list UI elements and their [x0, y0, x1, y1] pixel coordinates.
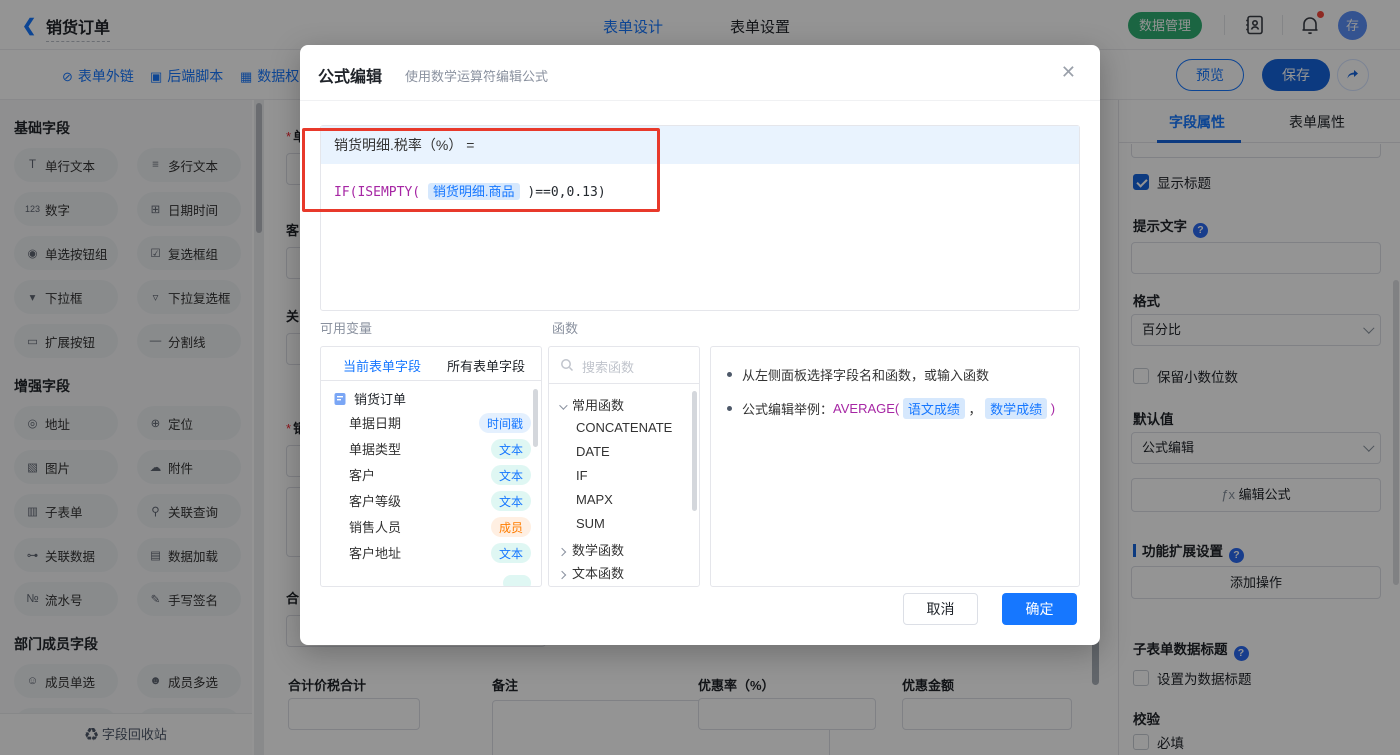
chevron-down-icon — [559, 401, 567, 409]
functions-panel: 搜索函数 常用函数 CONCATENATE DATE IF MAPX SUM 数… — [548, 346, 700, 587]
form-doc-icon — [333, 392, 347, 406]
function-item[interactable]: SUM — [576, 516, 605, 531]
field-type-badge: 文本 — [491, 543, 531, 563]
variables-tree-root[interactable]: 销货订单 — [333, 389, 406, 408]
field-type-badge: 成员 — [491, 517, 531, 537]
function-item[interactable]: CONCATENATE — [576, 420, 672, 435]
field-type-badge: 文本 — [491, 491, 531, 511]
example-field-token: 数学成绩 — [985, 398, 1047, 419]
tab-all-form-fields[interactable]: 所有表单字段 — [447, 356, 525, 375]
example-field-token: 语文成绩 — [903, 398, 965, 419]
function-item[interactable]: DATE — [576, 444, 610, 459]
formula-code-line[interactable]: IF(ISEMPTY( 销货明细.商品 )==0,0.13) — [334, 181, 606, 200]
functions-scrollbar-thumb[interactable] — [692, 391, 697, 511]
help-line-1: 从左侧面板选择字段名和函数，或输入函数 — [727, 365, 1063, 384]
variable-row[interactable]: 单据日期时间戳 — [349, 413, 531, 435]
chevron-right-icon — [558, 571, 566, 579]
available-variables-label: 可用变量 — [320, 318, 372, 337]
modal-header: 公式编辑 使用数学运算符编辑公式 ✕ — [300, 45, 1100, 101]
function-item[interactable]: MAPX — [576, 492, 613, 507]
cancel-button[interactable]: 取消 — [903, 593, 978, 625]
search-icon — [560, 358, 574, 372]
help-panel: 从左侧面板选择字段名和函数，或输入函数 公式编辑举例：AVERAGE( 语文成绩… — [710, 346, 1080, 587]
modal-subtitle: 使用数学运算符编辑公式 — [405, 66, 548, 85]
field-type-badge — [503, 575, 531, 587]
formula-target-line: 销货明细.税率（%） = — [321, 126, 1079, 164]
formula-editor[interactable]: 销货明细.税率（%） = IF(ISEMPTY( 销货明细.商品 )==0,0.… — [320, 125, 1080, 311]
example-function-name: AVERAGE( — [833, 401, 899, 416]
field-type-badge: 文本 — [491, 439, 531, 459]
chevron-right-icon — [558, 548, 566, 556]
variables-scrollbar-thumb[interactable] — [533, 389, 538, 447]
function-item[interactable]: IF — [576, 468, 588, 483]
bullet-icon — [727, 406, 732, 411]
search-placeholder: 搜索函数 — [582, 357, 634, 376]
function-group-math[interactable]: 数学函数 — [559, 540, 624, 559]
formula-keyword: IF(ISEMPTY( — [334, 185, 420, 200]
variables-panel: 当前表单字段 所有表单字段 销货订单 单据日期时间戳 单据类型文本 客户文本 客… — [320, 346, 542, 587]
function-search[interactable]: 搜索函数 — [549, 347, 699, 384]
variables-tabs: 当前表单字段 所有表单字段 — [321, 347, 541, 381]
modal-title: 公式编辑 — [318, 63, 382, 87]
variable-row[interactable]: 客户地址文本 — [349, 543, 531, 565]
confirm-button[interactable]: 确定 — [1002, 593, 1077, 625]
formula-edit-modal: 公式编辑 使用数学运算符编辑公式 ✕ 销货明细.税率（%） = IF(ISEMP… — [300, 45, 1100, 645]
variable-row[interactable]: 客户等级文本 — [349, 491, 531, 513]
formula-suffix: )==0,0.13) — [527, 185, 605, 200]
functions-label: 函数 — [552, 318, 578, 337]
help-line-2: 公式编辑举例：AVERAGE( 语文成绩 ， 数学成绩 ) — [727, 398, 1063, 419]
field-type-badge: 时间戳 — [479, 413, 531, 433]
variable-row[interactable]: 销售人员成员 — [349, 517, 531, 539]
formula-field-token[interactable]: 销货明细.商品 — [428, 183, 520, 200]
field-type-badge: 文本 — [491, 465, 531, 485]
variable-row[interactable]: 客户文本 — [349, 465, 531, 487]
variable-row[interactable]: 单据类型文本 — [349, 439, 531, 461]
variable-row-clipped — [349, 575, 531, 587]
tab-current-form-fields[interactable]: 当前表单字段 — [343, 356, 421, 375]
function-group-text[interactable]: 文本函数 — [559, 563, 624, 582]
close-icon[interactable]: ✕ — [1061, 62, 1076, 83]
bullet-icon — [727, 372, 732, 377]
example-close-paren: ) — [1051, 401, 1055, 416]
function-group-common[interactable]: 常用函数 — [559, 395, 624, 414]
